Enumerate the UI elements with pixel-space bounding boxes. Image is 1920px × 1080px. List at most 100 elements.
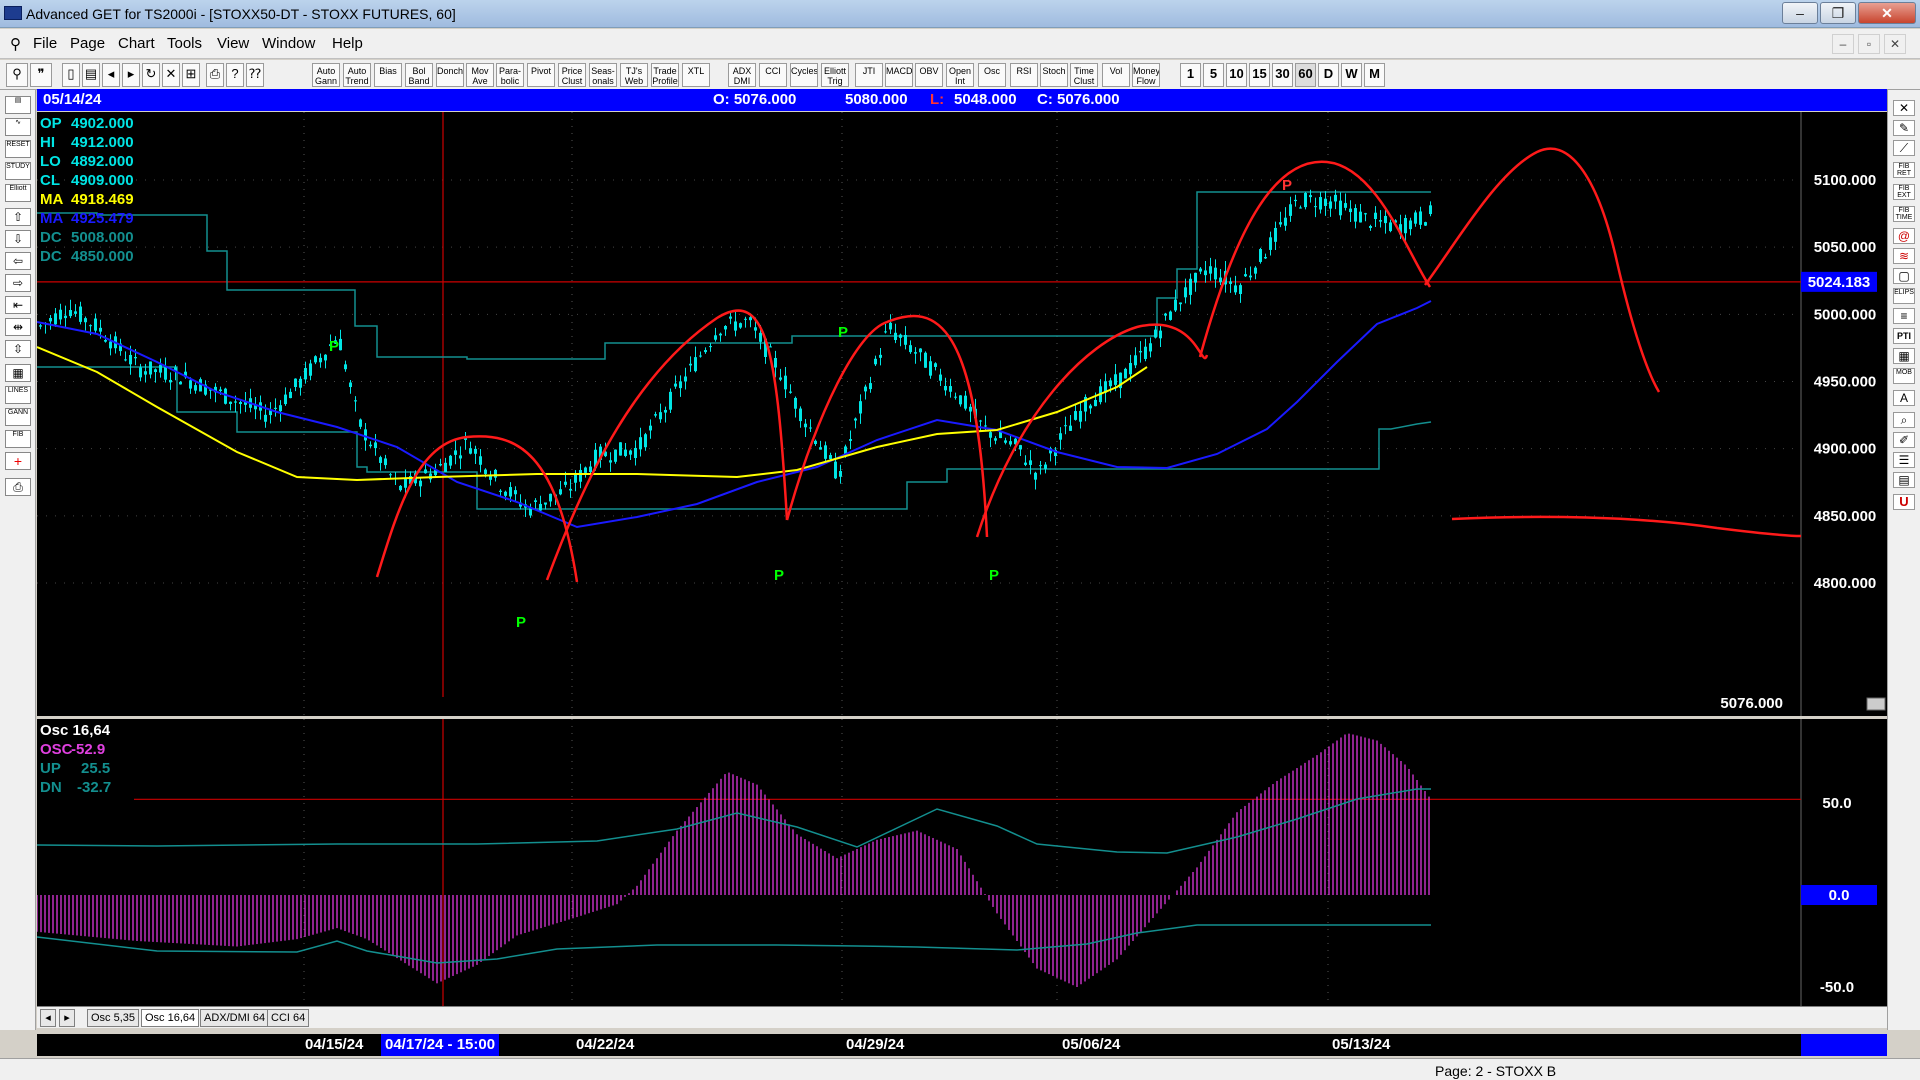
fib-tool[interactable]: FIB	[5, 430, 31, 448]
tab-scroll-right[interactable]: ▸	[59, 1009, 75, 1027]
expand-v-icon[interactable]: ⇳	[5, 340, 31, 358]
interval-button[interactable]: M	[1364, 63, 1385, 87]
scroll-thumb[interactable]	[1801, 1034, 1887, 1056]
open-icon[interactable]: ▤	[82, 63, 100, 87]
gann-tool[interactable]: GANN	[5, 408, 31, 426]
lines-tool[interactable]: LINES	[5, 386, 31, 404]
interval-button[interactable]: W	[1341, 63, 1362, 87]
menu-tools[interactable]: Tools	[167, 35, 202, 52]
study-button[interactable]: OBV	[915, 63, 943, 87]
pti-tool[interactable]: PTI	[1893, 328, 1915, 344]
study-button[interactable]: Donch	[436, 63, 464, 87]
study-button[interactable]: Osc	[978, 63, 1006, 87]
menu-help[interactable]: Help	[332, 35, 363, 52]
box-icon[interactable]: ▢	[1893, 268, 1915, 284]
minimize-button[interactable]: –	[1782, 2, 1818, 24]
study-button[interactable]: Vol	[1102, 63, 1130, 87]
tab-adx-dmi-64[interactable]: ADX/DMI 64	[200, 1009, 270, 1027]
compress-icon[interactable]: ⇤	[5, 296, 31, 314]
study-button[interactable]: CCI	[759, 63, 787, 87]
study-button[interactable]: Trade Profile	[651, 63, 679, 87]
interval-button[interactable]: 10	[1226, 63, 1247, 87]
study-button[interactable]: MACD	[885, 63, 913, 87]
study-button[interactable]: ADX DMI	[728, 63, 756, 87]
study-button[interactable]: Auto Trend	[343, 63, 371, 87]
interval-button[interactable]: 15	[1249, 63, 1270, 87]
menu-page[interactable]: Page	[70, 35, 105, 52]
text-tool-icon[interactable]: A	[1893, 390, 1915, 406]
help-icon[interactable]: ?	[226, 63, 244, 87]
arrow-left-icon[interactable]: ⇦	[5, 252, 31, 270]
fib-ext-tool[interactable]: FIB EXT	[1893, 184, 1915, 200]
table-icon[interactable]: ▤	[1893, 472, 1915, 488]
study-button[interactable]: XTL	[682, 63, 710, 87]
arrow-up-icon[interactable]: ⇧	[5, 208, 31, 226]
zoom-icon[interactable]: ⊞	[182, 63, 200, 87]
cross-tool-icon[interactable]: ✕	[1893, 100, 1915, 116]
paint-icon[interactable]: ✐	[1893, 432, 1915, 448]
tab-osc-16-64[interactable]: Osc 16,64	[141, 1009, 200, 1027]
study-button[interactable]: Time Clust	[1070, 63, 1098, 87]
quote-icon[interactable]: ❞	[30, 63, 52, 87]
grid-icon[interactable]: ▦	[5, 364, 31, 382]
trendline-icon[interactable]: ⟋	[1893, 140, 1915, 156]
list-icon[interactable]: ☰	[1893, 452, 1915, 468]
study-button[interactable]: Cycles	[790, 63, 818, 87]
fan-icon[interactable]: ≋	[1893, 248, 1915, 264]
study-button[interactable]: Seas-onals	[589, 63, 617, 87]
context-help-icon[interactable]: ⁇	[246, 63, 264, 87]
close-button[interactable]: ✕	[1858, 2, 1916, 24]
menu-view[interactable]: View	[217, 35, 249, 52]
refresh-icon[interactable]: ↻	[142, 63, 160, 87]
study-button[interactable]: Price Clust	[558, 63, 586, 87]
interval-button[interactable]: 60	[1295, 63, 1316, 87]
elips-tool[interactable]: ELIPS	[1893, 288, 1915, 304]
study-button[interactable]: RSI	[1010, 63, 1038, 87]
crosshair-icon[interactable]: +	[5, 452, 31, 470]
study-button[interactable]: Pivot	[527, 63, 555, 87]
oscillator-panel[interactable]: 50.0 0.0 -50.0 Osc 16,64 OSC -52.9 UP 25.5 DN -32…	[37, 719, 1887, 1009]
study-button[interactable]: Auto Gann	[312, 63, 340, 87]
mdi-minimize-button[interactable]: –	[1832, 34, 1854, 54]
scroll-right-icon[interactable]: ▸	[122, 63, 140, 87]
pin-icon[interactable]: ⚲	[6, 63, 28, 87]
scroll-left-icon[interactable]: ◂	[102, 63, 120, 87]
menu-window[interactable]: Window	[262, 35, 315, 52]
tab-scroll-left[interactable]: ◂	[40, 1009, 56, 1027]
expand-h-icon[interactable]: ⇹	[5, 318, 31, 336]
interval-button[interactable]: 1	[1180, 63, 1201, 87]
study-button[interactable]: TJ's Web	[620, 63, 648, 87]
wave-icon[interactable]: ∿	[5, 118, 31, 136]
tab-osc-5-35[interactable]: Osc 5,35	[87, 1009, 140, 1027]
study-button[interactable]: Bias	[374, 63, 402, 87]
study-button[interactable]: Elliott Trig	[821, 63, 849, 87]
menu-chart[interactable]: Chart	[118, 35, 155, 52]
magnet-icon[interactable]: U	[1893, 494, 1915, 510]
mdi-restore-button[interactable]: ▫	[1858, 34, 1880, 54]
price-chart[interactable]: 5100.000 5050.000 5000.000 4950.000 4900.000…	[37, 112, 1887, 716]
mob-tool[interactable]: MOB	[1893, 368, 1915, 384]
study-button[interactable]: Para-bolic	[496, 63, 524, 87]
study-button[interactable]: Bol Band	[405, 63, 433, 87]
fib-ret-tool[interactable]: FIB RET	[1893, 162, 1915, 178]
grid-tool-icon[interactable]: ▦	[1893, 348, 1915, 364]
study-button[interactable]: Money Flow	[1132, 63, 1160, 87]
interval-button[interactable]: 30	[1272, 63, 1293, 87]
elliott-tool[interactable]: Elliott	[5, 184, 31, 202]
new-icon[interactable]: ▯	[62, 63, 80, 87]
interval-button[interactable]: D	[1318, 63, 1339, 87]
menu-file[interactable]: File	[33, 35, 57, 52]
fib-time-tool[interactable]: FIB TIME	[1893, 206, 1915, 222]
delete-icon[interactable]: ✕	[162, 63, 180, 87]
spiral-icon[interactable]: @	[1893, 228, 1915, 244]
channel-icon[interactable]: ≡	[1893, 308, 1915, 324]
printer-icon[interactable]: ⎙	[5, 478, 31, 496]
mdi-close-button[interactable]: ✕	[1884, 34, 1906, 54]
arrow-down-icon[interactable]: ⇩	[5, 230, 31, 248]
interval-button[interactable]: 5	[1203, 63, 1224, 87]
study-button[interactable]: Mov Ave	[466, 63, 494, 87]
maximize-button[interactable]: ❐	[1820, 2, 1856, 24]
study-button[interactable]: JTI	[855, 63, 883, 87]
open-folder-icon[interactable]: ▤	[5, 96, 31, 114]
magnifier-icon[interactable]: ⌕	[1893, 412, 1915, 428]
